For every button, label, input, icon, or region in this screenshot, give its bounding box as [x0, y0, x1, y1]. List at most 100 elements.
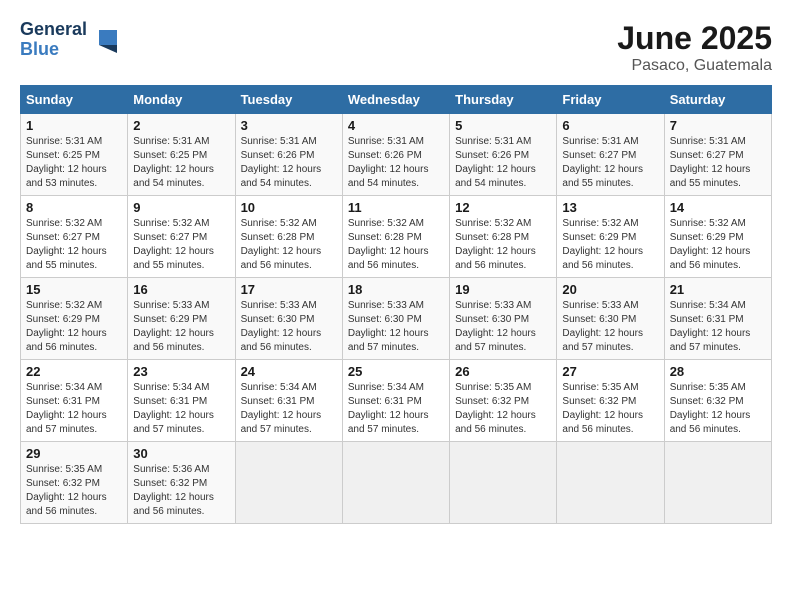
calendar-day-cell: 11 Sunrise: 5:32 AMSunset: 6:28 PMDaylig… — [342, 196, 449, 278]
calendar-day-cell: 6 Sunrise: 5:31 AMSunset: 6:27 PMDayligh… — [557, 114, 664, 196]
day-info: Sunrise: 5:31 AMSunset: 6:27 PMDaylight:… — [562, 136, 643, 189]
calendar-week-row: 22 Sunrise: 5:34 AMSunset: 6:31 PMDaylig… — [21, 360, 772, 442]
calendar-day-cell: 23 Sunrise: 5:34 AMSunset: 6:31 PMDaylig… — [128, 360, 235, 442]
header-friday: Friday — [557, 86, 664, 114]
day-number: 9 — [133, 200, 229, 215]
calendar-week-row: 15 Sunrise: 5:32 AMSunset: 6:29 PMDaylig… — [21, 278, 772, 360]
day-number: 22 — [26, 364, 122, 379]
day-info: Sunrise: 5:32 AMSunset: 6:28 PMDaylight:… — [241, 218, 322, 271]
day-info: Sunrise: 5:35 AMSunset: 6:32 PMDaylight:… — [26, 464, 107, 517]
day-info: Sunrise: 5:31 AMSunset: 6:25 PMDaylight:… — [26, 136, 107, 189]
day-info: Sunrise: 5:34 AMSunset: 6:31 PMDaylight:… — [670, 300, 751, 353]
day-info: Sunrise: 5:33 AMSunset: 6:29 PMDaylight:… — [133, 300, 214, 353]
day-number: 28 — [670, 364, 766, 379]
calendar-body: 1 Sunrise: 5:31 AMSunset: 6:25 PMDayligh… — [21, 114, 772, 524]
day-number: 20 — [562, 282, 658, 297]
day-number: 24 — [241, 364, 337, 379]
header-wednesday: Wednesday — [342, 86, 449, 114]
day-number: 25 — [348, 364, 444, 379]
calendar-day-cell: 27 Sunrise: 5:35 AMSunset: 6:32 PMDaylig… — [557, 360, 664, 442]
calendar-day-cell: 28 Sunrise: 5:35 AMSunset: 6:32 PMDaylig… — [664, 360, 771, 442]
calendar-day-cell — [557, 442, 664, 524]
day-info: Sunrise: 5:35 AMSunset: 6:32 PMDaylight:… — [562, 382, 643, 435]
logo-icon — [89, 25, 119, 55]
day-number: 1 — [26, 118, 122, 133]
day-number: 7 — [670, 118, 766, 133]
page-header: General Blue June 2025 Pasaco, Guatemala — [20, 20, 772, 75]
day-info: Sunrise: 5:35 AMSunset: 6:32 PMDaylight:… — [670, 382, 751, 435]
day-number: 30 — [133, 446, 229, 461]
calendar-day-cell: 29 Sunrise: 5:35 AMSunset: 6:32 PMDaylig… — [21, 442, 128, 524]
calendar-day-cell: 8 Sunrise: 5:32 AMSunset: 6:27 PMDayligh… — [21, 196, 128, 278]
calendar-day-cell: 16 Sunrise: 5:33 AMSunset: 6:29 PMDaylig… — [128, 278, 235, 360]
day-number: 21 — [670, 282, 766, 297]
day-info: Sunrise: 5:34 AMSunset: 6:31 PMDaylight:… — [241, 382, 322, 435]
logo-general: General — [20, 20, 87, 40]
day-info: Sunrise: 5:31 AMSunset: 6:26 PMDaylight:… — [348, 136, 429, 189]
day-info: Sunrise: 5:32 AMSunset: 6:28 PMDaylight:… — [348, 218, 429, 271]
day-info: Sunrise: 5:31 AMSunset: 6:25 PMDaylight:… — [133, 136, 214, 189]
calendar-day-cell — [664, 442, 771, 524]
calendar-day-cell: 3 Sunrise: 5:31 AMSunset: 6:26 PMDayligh… — [235, 114, 342, 196]
day-number: 19 — [455, 282, 551, 297]
day-number: 29 — [26, 446, 122, 461]
day-info: Sunrise: 5:32 AMSunset: 6:29 PMDaylight:… — [562, 218, 643, 271]
day-info: Sunrise: 5:32 AMSunset: 6:29 PMDaylight:… — [670, 218, 751, 271]
calendar-week-row: 29 Sunrise: 5:35 AMSunset: 6:32 PMDaylig… — [21, 442, 772, 524]
calendar-table: Sunday Monday Tuesday Wednesday Thursday… — [20, 85, 772, 524]
day-number: 10 — [241, 200, 337, 215]
day-number: 23 — [133, 364, 229, 379]
day-number: 8 — [26, 200, 122, 215]
day-info: Sunrise: 5:34 AMSunset: 6:31 PMDaylight:… — [133, 382, 214, 435]
day-number: 15 — [26, 282, 122, 297]
location-title: Pasaco, Guatemala — [617, 57, 772, 75]
day-info: Sunrise: 5:31 AMSunset: 6:26 PMDaylight:… — [241, 136, 322, 189]
day-info: Sunrise: 5:32 AMSunset: 6:29 PMDaylight:… — [26, 300, 107, 353]
calendar-day-cell: 13 Sunrise: 5:32 AMSunset: 6:29 PMDaylig… — [557, 196, 664, 278]
day-info: Sunrise: 5:32 AMSunset: 6:28 PMDaylight:… — [455, 218, 536, 271]
calendar-week-row: 1 Sunrise: 5:31 AMSunset: 6:25 PMDayligh… — [21, 114, 772, 196]
calendar-day-cell: 7 Sunrise: 5:31 AMSunset: 6:27 PMDayligh… — [664, 114, 771, 196]
day-info: Sunrise: 5:33 AMSunset: 6:30 PMDaylight:… — [348, 300, 429, 353]
day-number: 4 — [348, 118, 444, 133]
calendar-day-cell: 9 Sunrise: 5:32 AMSunset: 6:27 PMDayligh… — [128, 196, 235, 278]
calendar-day-cell: 10 Sunrise: 5:32 AMSunset: 6:28 PMDaylig… — [235, 196, 342, 278]
calendar-week-row: 8 Sunrise: 5:32 AMSunset: 6:27 PMDayligh… — [21, 196, 772, 278]
calendar-day-cell: 26 Sunrise: 5:35 AMSunset: 6:32 PMDaylig… — [450, 360, 557, 442]
logo-text: General Blue — [20, 20, 87, 60]
day-number: 13 — [562, 200, 658, 215]
day-number: 11 — [348, 200, 444, 215]
calendar-day-cell: 20 Sunrise: 5:33 AMSunset: 6:30 PMDaylig… — [557, 278, 664, 360]
calendar-day-cell: 25 Sunrise: 5:34 AMSunset: 6:31 PMDaylig… — [342, 360, 449, 442]
calendar-day-cell — [450, 442, 557, 524]
calendar-day-cell: 4 Sunrise: 5:31 AMSunset: 6:26 PMDayligh… — [342, 114, 449, 196]
calendar-day-cell: 14 Sunrise: 5:32 AMSunset: 6:29 PMDaylig… — [664, 196, 771, 278]
day-number: 17 — [241, 282, 337, 297]
day-number: 16 — [133, 282, 229, 297]
day-info: Sunrise: 5:34 AMSunset: 6:31 PMDaylight:… — [26, 382, 107, 435]
header-sunday: Sunday — [21, 86, 128, 114]
day-info: Sunrise: 5:33 AMSunset: 6:30 PMDaylight:… — [241, 300, 322, 353]
day-number: 14 — [670, 200, 766, 215]
calendar-day-cell — [342, 442, 449, 524]
day-info: Sunrise: 5:35 AMSunset: 6:32 PMDaylight:… — [455, 382, 536, 435]
day-info: Sunrise: 5:36 AMSunset: 6:32 PMDaylight:… — [133, 464, 214, 517]
day-number: 6 — [562, 118, 658, 133]
calendar-day-cell: 2 Sunrise: 5:31 AMSunset: 6:25 PMDayligh… — [128, 114, 235, 196]
day-info: Sunrise: 5:31 AMSunset: 6:26 PMDaylight:… — [455, 136, 536, 189]
calendar-day-cell: 22 Sunrise: 5:34 AMSunset: 6:31 PMDaylig… — [21, 360, 128, 442]
calendar-day-cell: 19 Sunrise: 5:33 AMSunset: 6:30 PMDaylig… — [450, 278, 557, 360]
calendar-day-cell: 17 Sunrise: 5:33 AMSunset: 6:30 PMDaylig… — [235, 278, 342, 360]
calendar-day-cell: 12 Sunrise: 5:32 AMSunset: 6:28 PMDaylig… — [450, 196, 557, 278]
day-info: Sunrise: 5:32 AMSunset: 6:27 PMDaylight:… — [133, 218, 214, 271]
logo: General Blue — [20, 20, 119, 60]
day-number: 18 — [348, 282, 444, 297]
header-saturday: Saturday — [664, 86, 771, 114]
calendar-day-cell: 30 Sunrise: 5:36 AMSunset: 6:32 PMDaylig… — [128, 442, 235, 524]
weekday-header-row: Sunday Monday Tuesday Wednesday Thursday… — [21, 86, 772, 114]
calendar-day-cell: 21 Sunrise: 5:34 AMSunset: 6:31 PMDaylig… — [664, 278, 771, 360]
header-monday: Monday — [128, 86, 235, 114]
title-area: June 2025 Pasaco, Guatemala — [617, 20, 772, 75]
calendar-day-cell: 5 Sunrise: 5:31 AMSunset: 6:26 PMDayligh… — [450, 114, 557, 196]
day-info: Sunrise: 5:33 AMSunset: 6:30 PMDaylight:… — [562, 300, 643, 353]
